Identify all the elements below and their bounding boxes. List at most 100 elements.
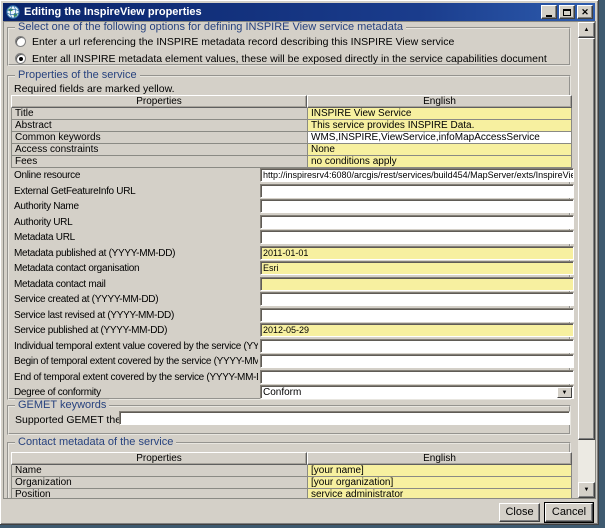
arrow-up-icon: ▲ bbox=[584, 27, 590, 33]
desktop-background: { "window": { "title": "Editing the Insp… bbox=[0, 0, 605, 528]
globe-icon bbox=[6, 5, 20, 19]
cancel-button[interactable]: Cancel bbox=[545, 503, 593, 522]
minimize-button[interactable] bbox=[541, 5, 557, 19]
property-name: Organization bbox=[11, 477, 307, 489]
gemet-group-label: GEMET keywords bbox=[15, 399, 109, 411]
field-row: Begin of temporal extent covered by the … bbox=[11, 354, 574, 370]
field-input[interactable]: 2011-01-01 bbox=[260, 246, 574, 260]
field-input[interactable]: 2012-05-29 bbox=[260, 323, 574, 337]
property-name: Title bbox=[11, 108, 307, 120]
field-label: Begin of temporal extent covered by the … bbox=[14, 356, 258, 367]
property-value-cell[interactable]: None bbox=[307, 144, 572, 156]
table-row: AbstractThis service provides INSPIRE Da… bbox=[11, 120, 572, 132]
contact-table: Properties English Name[your name]Organi… bbox=[11, 452, 572, 499]
property-value-cell[interactable]: [your name] bbox=[307, 465, 572, 477]
property-value-cell[interactable]: This service provides INSPIRE Data. bbox=[307, 120, 572, 132]
radio-selected-icon[interactable] bbox=[15, 53, 26, 64]
field-input[interactable] bbox=[260, 339, 574, 353]
field-row: Metadata URL bbox=[11, 230, 574, 246]
table-row: Feesno conditions apply bbox=[11, 156, 572, 168]
gemet-groupbox: GEMET keywords Supported GEMET themes bbox=[7, 405, 571, 435]
field-label: Service published at (YYYY-MM-DD) bbox=[14, 325, 258, 336]
field-row: Authority Name bbox=[11, 199, 574, 215]
property-value-cell[interactable]: service administrator bbox=[307, 489, 572, 499]
property-name: Position bbox=[11, 489, 307, 499]
gemet-themes-input[interactable] bbox=[119, 411, 570, 425]
property-value-cell[interactable]: WMS,INSPIRE,ViewService,infoMapAccessSer… bbox=[307, 132, 572, 144]
property-value-cell[interactable]: no conditions apply bbox=[307, 156, 572, 168]
field-row: Metadata contact mail bbox=[11, 277, 574, 293]
field-row: Individual temporal extent value covered… bbox=[11, 339, 574, 355]
field-input[interactable] bbox=[260, 230, 574, 244]
field-input[interactable] bbox=[260, 277, 574, 291]
table-row: Organization[your organization] bbox=[11, 477, 572, 489]
field-input[interactable]: Esri bbox=[260, 261, 574, 275]
window-title: Editing the InspireView properties bbox=[24, 6, 202, 18]
field-label: Service last revised at (YYYY-MM-DD) bbox=[14, 310, 258, 321]
radio-option-all-values[interactable]: Enter all INSPIRE metadata element value… bbox=[15, 52, 547, 65]
scroll-down-button[interactable]: ▼ bbox=[578, 482, 595, 498]
property-value-cell[interactable]: INSPIRE View Service bbox=[307, 108, 572, 120]
column-header-english[interactable]: English bbox=[307, 95, 572, 108]
contact-table-rows: Name[your name]Organization[your organiz… bbox=[11, 465, 572, 499]
close-icon: ✕ bbox=[581, 8, 589, 17]
field-row: Authority URL bbox=[11, 215, 574, 231]
dialog-window: Editing the InspireView properties ✕ Sel… bbox=[0, 0, 599, 525]
close-window-button[interactable]: ✕ bbox=[577, 5, 593, 19]
options-groupbox: Select one of the following options for … bbox=[7, 27, 571, 66]
scrollbar-thumb[interactable] bbox=[578, 38, 595, 440]
properties-group-label: Properties of the service bbox=[15, 69, 140, 81]
property-name: Common keywords bbox=[11, 132, 307, 144]
property-value-cell[interactable]: [your organization] bbox=[307, 477, 572, 489]
scroll-up-button[interactable]: ▲ bbox=[578, 22, 595, 38]
table-row: Positionservice administrator bbox=[11, 489, 572, 499]
field-label: Metadata contact organisation bbox=[14, 263, 258, 274]
field-label: External GetFeatureInfo URL bbox=[14, 186, 258, 197]
field-row: Metadata contact organisationEsri bbox=[11, 261, 574, 277]
maximize-button[interactable] bbox=[559, 5, 575, 19]
property-name: Fees bbox=[11, 156, 307, 168]
field-label: Metadata URL bbox=[14, 232, 258, 243]
maximize-icon bbox=[563, 9, 571, 16]
field-label: Online resource bbox=[14, 170, 258, 181]
select-value: Conform bbox=[263, 387, 301, 398]
title-bar[interactable]: Editing the InspireView properties ✕ bbox=[3, 3, 595, 21]
vertical-scrollbar[interactable]: ▲ ▼ bbox=[578, 22, 595, 498]
field-row: Metadata published at (YYYY-MM-DD)2011-0… bbox=[11, 246, 574, 262]
property-name: Access constraints bbox=[11, 144, 307, 156]
field-label: Service created at (YYYY-MM-DD) bbox=[14, 294, 258, 305]
field-input[interactable] bbox=[260, 184, 574, 198]
field-input[interactable] bbox=[260, 215, 574, 229]
close-button[interactable]: Close bbox=[499, 503, 540, 522]
radio-icon[interactable] bbox=[15, 36, 26, 47]
field-row: End of temporal extent covered by the se… bbox=[11, 370, 574, 386]
minimize-icon bbox=[546, 15, 552, 17]
field-label: Individual temporal extent value covered… bbox=[14, 341, 258, 352]
field-input[interactable] bbox=[260, 308, 574, 322]
chevron-down-icon[interactable]: ▼ bbox=[557, 387, 572, 398]
property-name: Abstract bbox=[11, 120, 307, 132]
radio-label: Enter a url referencing the INSPIRE meta… bbox=[32, 36, 454, 48]
field-input[interactable] bbox=[260, 370, 574, 384]
fields-area: Online resourcehttp://inspiresrv4:6080/a… bbox=[11, 168, 574, 401]
field-label: Degree of conformity bbox=[14, 387, 258, 398]
table-row: Name[your name] bbox=[11, 465, 572, 477]
field-row: Service published at (YYYY-MM-DD)2012-05… bbox=[11, 323, 574, 339]
field-input[interactable]: http://inspiresrv4:6080/arcgis/rest/serv… bbox=[260, 168, 574, 182]
options-group-label: Select one of the following options for … bbox=[15, 21, 406, 33]
field-row: Service created at (YYYY-MM-DD) bbox=[11, 292, 574, 308]
field-row: External GetFeatureInfo URL bbox=[11, 184, 574, 200]
field-input[interactable] bbox=[260, 199, 574, 213]
degree-of-conformity-select[interactable]: Conform ▼ bbox=[260, 385, 574, 399]
field-input[interactable] bbox=[260, 354, 574, 368]
arrow-down-icon: ▼ bbox=[584, 487, 590, 493]
radio-option-url[interactable]: Enter a url referencing the INSPIRE meta… bbox=[15, 35, 454, 48]
properties-table-rows: TitleINSPIRE View ServiceAbstractThis se… bbox=[11, 108, 572, 168]
field-label: Metadata published at (YYYY-MM-DD) bbox=[14, 248, 258, 259]
required-fields-note: Required fields are marked yellow. bbox=[14, 83, 175, 95]
column-header-properties[interactable]: Properties bbox=[11, 452, 307, 465]
column-header-properties[interactable]: Properties bbox=[11, 95, 307, 108]
column-header-english[interactable]: English bbox=[307, 452, 572, 465]
field-input[interactable] bbox=[260, 292, 574, 306]
field-label: Authority Name bbox=[14, 201, 258, 212]
